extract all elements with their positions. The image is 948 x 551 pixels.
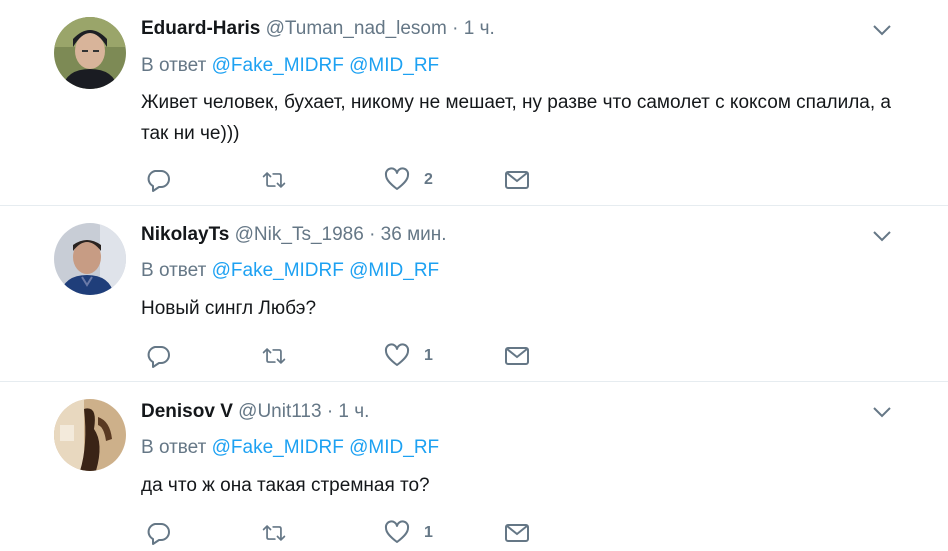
- reply-icon: [147, 170, 170, 192]
- like-count: 2: [424, 171, 433, 188]
- tweet-text: да что ж она такая стремная то?: [141, 475, 430, 496]
- mention-link[interactable]: @MID_RF: [349, 437, 439, 458]
- like-count: 1: [424, 347, 433, 364]
- dm-icon: [505, 347, 529, 365]
- like-button[interactable]: 1: [384, 342, 433, 370]
- reply-button[interactable]: [145, 519, 171, 547]
- mention-link[interactable]: @Fake_MIDRF: [212, 260, 344, 281]
- retweet-button[interactable]: [261, 166, 287, 194]
- chevron-down-icon[interactable]: [870, 18, 894, 42]
- tweet-text: Живет человек, бухает, никому не мешает,…: [141, 92, 891, 144]
- timestamp[interactable]: 1 ч.: [464, 18, 495, 39]
- mention-link[interactable]: @Fake_MIDRF: [212, 55, 344, 76]
- tweet-1[interactable]: Eduard-Haris @Tuman_nad_lesom · 1 ч. В о…: [0, 0, 948, 205]
- reply-prefix: В ответ: [141, 437, 207, 458]
- display-name[interactable]: NikolayTs: [141, 224, 229, 245]
- direct-message-button[interactable]: [504, 342, 530, 370]
- separator-dot: ·: [369, 224, 376, 245]
- reply-prefix: В ответ: [141, 55, 207, 76]
- reply-button[interactable]: [145, 342, 171, 370]
- tweet-header: Eduard-Haris @Tuman_nad_lesom · 1 ч.: [141, 18, 495, 40]
- mention-link[interactable]: @Fake_MIDRF: [212, 437, 344, 458]
- retweet-icon: [262, 348, 286, 364]
- like-button[interactable]: 2: [384, 166, 433, 194]
- reply-icon: [147, 346, 170, 368]
- avatar[interactable]: [54, 223, 126, 295]
- like-count: 1: [424, 524, 433, 541]
- avatar[interactable]: [54, 399, 126, 471]
- display-name[interactable]: Denisov V: [141, 401, 233, 422]
- user-handle[interactable]: @Unit113: [238, 401, 321, 422]
- retweet-button[interactable]: [261, 519, 287, 547]
- timestamp[interactable]: 36 мин.: [381, 224, 447, 245]
- like-button[interactable]: 1: [384, 519, 433, 547]
- like-icon: [384, 343, 410, 366]
- tweet-actions: 1: [141, 342, 561, 374]
- direct-message-button[interactable]: [504, 519, 530, 547]
- chevron-down-icon[interactable]: [870, 224, 894, 248]
- reply-context: В ответ @Fake_MIDRF @MID_RF: [141, 437, 439, 459]
- user-handle[interactable]: @Tuman_nad_lesom: [266, 18, 447, 39]
- reply-icon: [147, 523, 170, 545]
- dm-icon: [505, 171, 529, 189]
- tweet-3[interactable]: Denisov V @Unit113 · 1 ч. В ответ @Fake_…: [0, 382, 948, 549]
- user-handle[interactable]: @Nik_Ts_1986: [235, 224, 364, 245]
- like-icon: [384, 167, 410, 190]
- direct-message-button[interactable]: [504, 166, 530, 194]
- tweet-actions: 1: [141, 519, 561, 551]
- reply-prefix: В ответ: [141, 260, 207, 281]
- dm-icon: [505, 524, 529, 542]
- tweet-header: NikolayTs @Nik_Ts_1986 · 36 мин.: [141, 224, 447, 246]
- separator-dot: ·: [452, 18, 459, 39]
- reply-context: В ответ @Fake_MIDRF @MID_RF: [141, 260, 439, 282]
- tweet-text: Новый сингл Любэ?: [141, 298, 317, 319]
- mention-link[interactable]: @MID_RF: [349, 260, 439, 281]
- reply-context: В ответ @Fake_MIDRF @MID_RF: [141, 55, 439, 77]
- separator-dot: ·: [326, 401, 334, 422]
- timestamp[interactable]: 1 ч.: [338, 401, 369, 422]
- like-icon: [384, 520, 410, 543]
- chevron-down-icon[interactable]: [870, 400, 894, 424]
- tweet-actions: 2: [141, 166, 561, 198]
- mention-link[interactable]: @MID_RF: [349, 55, 439, 76]
- display-name[interactable]: Eduard-Haris: [141, 18, 260, 39]
- retweet-button[interactable]: [261, 342, 287, 370]
- tweet-header: Denisov V @Unit113 · 1 ч.: [141, 401, 369, 423]
- retweet-icon: [262, 525, 286, 541]
- avatar[interactable]: [54, 17, 126, 89]
- retweet-icon: [262, 172, 286, 188]
- reply-button[interactable]: [145, 166, 171, 194]
- tweet-2[interactable]: NikolayTs @Nik_Ts_1986 · 36 мин. В ответ…: [0, 206, 948, 381]
